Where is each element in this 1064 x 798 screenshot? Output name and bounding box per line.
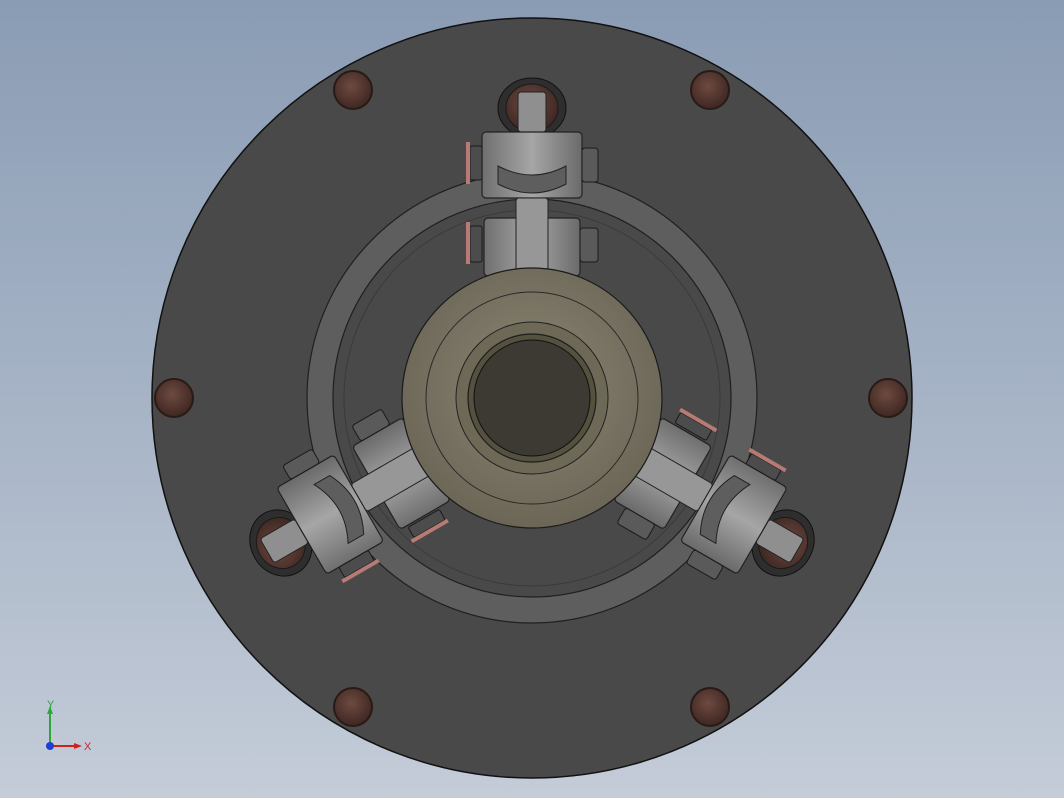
graphics-viewport[interactable]: Y X <box>0 0 1064 798</box>
x-arrow-icon <box>74 743 82 749</box>
x-axis-label: X <box>84 741 92 753</box>
coordinate-triad: Y X <box>38 696 98 756</box>
y-axis-label: Y <box>47 699 55 711</box>
model-view[interactable] <box>0 0 1064 798</box>
z-axis-dot <box>46 742 54 750</box>
center-hub[interactable] <box>401 267 663 529</box>
